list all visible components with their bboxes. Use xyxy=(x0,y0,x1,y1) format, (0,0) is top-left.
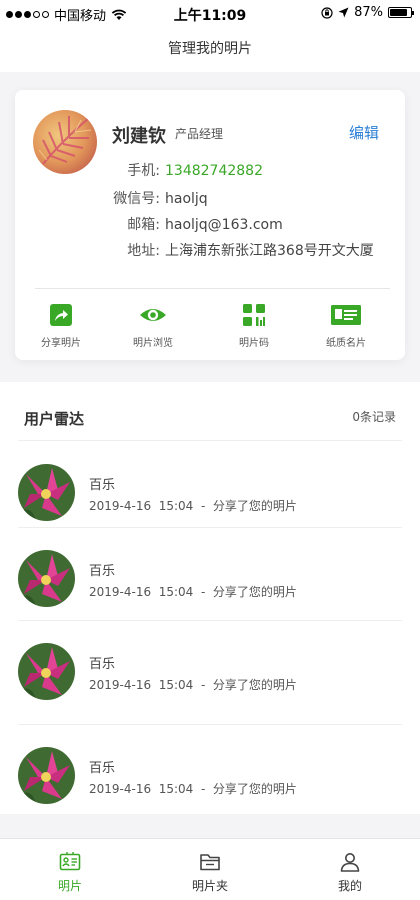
wechat-row: 微信号: haoljq xyxy=(15,188,405,210)
nav-bar: 管理我的明片 xyxy=(0,26,420,72)
edit-button[interactable]: 编辑 xyxy=(349,122,379,143)
business-card: 刘建钦 产品经理 编辑 手机: 13482742882 微信号: haoljq … xyxy=(15,90,405,360)
eye-icon xyxy=(140,309,166,321)
wechat-value: haoljq xyxy=(165,191,208,207)
orientation-lock-icon xyxy=(321,6,333,19)
visitor-name: 百乐 xyxy=(89,657,116,672)
tab-card-folder[interactable]: 明片夹 xyxy=(140,839,280,900)
visitor-activity: 2019-4-16 15:04 - 分享了您的明片 xyxy=(89,499,297,513)
email-row: 邮箱: haoljq@163.com xyxy=(15,214,405,236)
visitor-name: 百乐 xyxy=(89,478,116,493)
tab-card-label: 明片 xyxy=(57,879,82,893)
address-row: 地址: 上海浦东新张江路368号开文大厦 xyxy=(15,240,405,262)
list-item[interactable]: 百乐 2019-4-16 15:04 - 分享了您的明片 xyxy=(0,454,420,524)
visitor-activity: 2019-4-16 15:04 - 分享了您的明片 xyxy=(89,782,297,796)
paper-card-button[interactable]: 纸质名片 xyxy=(306,302,386,349)
share-card-label: 分享明片 xyxy=(41,338,81,349)
share-icon xyxy=(50,304,72,326)
status-right: 87% xyxy=(321,5,414,20)
visitor-activity: 2019-4-16 15:04 - 分享了您的明片 xyxy=(89,585,297,599)
battery-percent: 87% xyxy=(354,5,383,20)
divider xyxy=(35,288,390,289)
status-bar: 中国移动 上午11:09 87% xyxy=(0,0,420,26)
list-item[interactable]: 百乐 2019-4-16 15:04 - 分享了您的明片 xyxy=(0,737,420,807)
email-value: haoljq@163.com xyxy=(165,217,283,233)
paper-card-icon xyxy=(331,305,361,325)
qr-code-icon xyxy=(243,304,265,326)
wechat-label: 微信号: xyxy=(113,191,160,207)
avatar xyxy=(18,643,75,700)
divider xyxy=(18,620,402,621)
visitor-activity: 2019-4-16 15:04 - 分享了您的明片 xyxy=(89,678,297,692)
address-value: 上海浦东新张江路368号开文大厦 xyxy=(165,243,374,259)
page-title: 管理我的明片 xyxy=(168,41,252,57)
avatar xyxy=(18,550,75,607)
list-item[interactable]: 百乐 2019-4-16 15:04 - 分享了您的明片 xyxy=(0,633,420,703)
divider xyxy=(18,440,402,441)
radar-title: 用户雷达 xyxy=(24,410,85,428)
divider xyxy=(18,724,402,725)
address-label: 地址: xyxy=(127,243,160,259)
phone-value[interactable]: 13482742882 xyxy=(165,160,263,182)
list-item[interactable]: 百乐 2019-4-16 15:04 - 分享了您的明片 xyxy=(0,540,420,610)
phone-label: 手机: xyxy=(127,163,160,179)
phone-row: 手机: 13482742882 xyxy=(15,160,405,182)
folder-icon xyxy=(200,854,220,871)
email-label: 邮箱: xyxy=(127,217,160,233)
visitor-name: 百乐 xyxy=(89,761,116,776)
tab-card-folder-label: 明片夹 xyxy=(191,879,228,893)
card-qr-label: 明片码 xyxy=(239,338,269,349)
share-card-button[interactable]: 分享明片 xyxy=(21,302,101,349)
card-name: 刘建钦 xyxy=(112,126,166,147)
avatar xyxy=(18,747,75,804)
tab-me-label: 我的 xyxy=(337,879,362,893)
card-views-button[interactable]: 明片浏览 xyxy=(113,302,193,349)
user-radar-section: 用户雷达 0条记录 百乐 2019-4-16 15:04 - 分享了您的明片 百… xyxy=(0,382,420,814)
card-icon xyxy=(59,852,81,871)
radar-header: 用户雷达 0条记录 xyxy=(0,382,420,442)
battery-icon xyxy=(388,7,414,18)
paper-card-label: 纸质名片 xyxy=(326,338,366,349)
user-icon xyxy=(340,853,360,872)
radar-record-count: 0条记录 xyxy=(352,410,396,424)
card-job-title: 产品经理 xyxy=(175,127,224,141)
card-views-label: 明片浏览 xyxy=(133,338,173,349)
card-actions: 分享明片 明片浏览 明片码 纸质名片 xyxy=(15,302,405,352)
card-qr-button[interactable]: 明片码 xyxy=(214,302,294,349)
location-arrow-icon xyxy=(338,7,349,18)
tab-card[interactable]: 明片 xyxy=(0,839,140,900)
avatar xyxy=(18,464,75,521)
visitor-name: 百乐 xyxy=(89,564,116,579)
tab-bar: 明片 明片夹 我的 xyxy=(0,838,420,900)
tab-me[interactable]: 我的 xyxy=(280,839,420,900)
divider xyxy=(18,527,402,528)
